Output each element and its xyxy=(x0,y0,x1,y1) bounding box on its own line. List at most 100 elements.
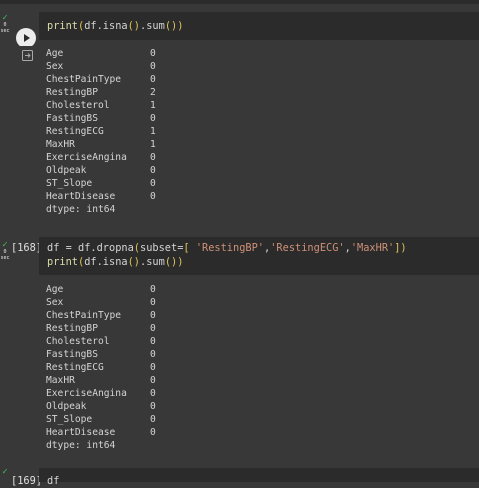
null-count: 0 xyxy=(150,152,156,163)
code-line[interactable]: df xyxy=(47,474,59,488)
code-line[interactable]: df = df.dropna(subset=[ 'RestingBP','Res… xyxy=(47,241,407,255)
null-count: 0 xyxy=(150,74,156,85)
check-icon: ✓ xyxy=(2,13,8,23)
output-row: Sex 0 xyxy=(46,296,156,309)
code-token: () xyxy=(127,256,141,268)
null-count: 0 xyxy=(150,362,156,373)
column-name: FastingBS xyxy=(46,113,98,124)
output-row: HeartDisease 0 xyxy=(46,190,156,203)
code-token: subset= xyxy=(140,242,184,254)
column-name: RestingBP xyxy=(46,87,98,98)
cell-3-status: ✓ xyxy=(0,467,10,477)
column-name: Cholesterol xyxy=(46,336,110,347)
null-count: 0 xyxy=(150,61,156,72)
output-row: Oldpeak 0 xyxy=(46,164,156,177)
column-name: RestingBP xyxy=(46,323,98,334)
column-name: HeartDisease xyxy=(46,427,116,438)
cell-2-editor[interactable]: df = df.dropna(subset=[ 'RestingBP','Res… xyxy=(39,237,479,275)
output-arrow-icon[interactable] xyxy=(22,50,33,61)
code-line[interactable]: print(df.isna().sum()) xyxy=(47,19,183,33)
run-cell-button[interactable] xyxy=(16,28,36,48)
cell-1-output: Age 0 Sex 0 ChestPainType 0 RestingBP 2 Choleste… xyxy=(10,46,479,224)
column-name: Age xyxy=(46,48,64,59)
null-count: 0 xyxy=(150,323,156,334)
code-token: 'RestingBP' xyxy=(195,242,265,254)
null-count: 0 xyxy=(150,349,156,360)
code-token: .sum xyxy=(140,256,165,268)
column-name: MaxHR xyxy=(46,375,75,386)
output-row: ChestPainType 0 xyxy=(46,309,156,322)
output-row: Cholesterol 0 xyxy=(46,335,156,348)
null-count: 0 xyxy=(150,414,156,425)
column-name: Oldpeak xyxy=(46,401,87,412)
null-count: 0 xyxy=(150,401,156,412)
dtype-line: dtype: int64 xyxy=(46,440,116,451)
column-name: FastingBS xyxy=(46,349,98,360)
output-row: ExerciseAngina 0 xyxy=(46,387,156,400)
column-name: HeartDisease xyxy=(46,191,116,202)
code-token: ()) xyxy=(164,20,184,32)
code-token: df.isna xyxy=(84,20,128,32)
output-row: MaxHR 1 xyxy=(46,138,156,151)
null-count: 0 xyxy=(150,297,156,308)
null-count: 1 xyxy=(150,139,156,150)
null-count: 0 xyxy=(150,48,156,59)
code-cell-2: [168] ✓ 0 sec df = df.dropna(subset=[ 'R… xyxy=(0,237,479,462)
cell-1-status: ✓ 0 sec xyxy=(0,13,10,35)
column-name: Sex xyxy=(46,61,64,72)
column-name: Cholesterol xyxy=(46,100,110,111)
column-name: ST_Slope xyxy=(46,414,93,425)
check-icon: ✓ xyxy=(2,240,8,250)
dtype-line: dtype: int64 xyxy=(46,204,116,215)
execution-count: [169] xyxy=(11,475,42,487)
column-name: ChestPainType xyxy=(46,74,122,85)
code-token: 'MaxHR' xyxy=(350,242,395,254)
code-token: df = df.dropna xyxy=(47,242,134,254)
code-token: 'RestingECG' xyxy=(270,242,345,254)
output-row: Age 0 xyxy=(46,47,156,60)
null-count: 0 xyxy=(150,178,156,189)
null-count: 0 xyxy=(150,284,156,295)
output-row: ChestPainType 0 xyxy=(46,73,156,86)
cell-2-output: Age 0 Sex 0 ChestPainType 0 RestingBP 0 Choleste… xyxy=(10,281,479,462)
null-count: 0 xyxy=(150,375,156,386)
code-token: () xyxy=(127,20,141,32)
column-name: ST_Slope xyxy=(46,178,93,189)
null-count: 0 xyxy=(150,165,156,176)
check-icon: ✓ xyxy=(2,467,8,477)
null-count: 0 xyxy=(150,191,156,202)
notebook-top-strip xyxy=(0,0,479,4)
output-row: FastingBS 0 xyxy=(46,348,156,361)
null-count: 0 xyxy=(150,113,156,124)
output-row: Oldpeak 0 xyxy=(46,400,156,413)
output-row: RestingBP 0 xyxy=(46,322,156,335)
column-name: MaxHR xyxy=(46,139,75,150)
code-token: .sum xyxy=(140,20,165,32)
output-row: Sex 0 xyxy=(46,60,156,73)
output-row: RestingECG 0 xyxy=(46,361,156,374)
null-count: 0 xyxy=(150,310,156,321)
cell-3-editor[interactable]: df xyxy=(39,468,479,487)
code-cell-1: ✓ 0 sec print(df.isna().sum()) Age 0 Sex 0 C… xyxy=(0,12,479,224)
cell-1-editor[interactable]: print(df.isna().sum()) xyxy=(39,12,479,40)
column-name: ExerciseAngina xyxy=(46,152,127,163)
code-token: ()) xyxy=(164,256,184,268)
code-line[interactable]: print(df.isna().sum()) xyxy=(47,255,183,269)
null-count: 0 xyxy=(150,336,156,347)
code-token: print xyxy=(47,256,78,268)
output-row: Age 0 xyxy=(46,283,156,296)
output-row: RestingBP 2 xyxy=(46,86,156,99)
output-row: MaxHR 0 xyxy=(46,374,156,387)
output-row: HeartDisease 0 xyxy=(46,426,156,439)
output-row: Cholesterol 1 xyxy=(46,99,156,112)
output-row: ST_Slope 0 xyxy=(46,177,156,190)
column-name: Sex xyxy=(46,297,64,308)
output-row: RestingECG 1 xyxy=(46,125,156,138)
column-name: RestingECG xyxy=(46,362,104,373)
code-token: ]) xyxy=(394,242,407,254)
code-token: df.isna xyxy=(84,256,128,268)
null-count: 1 xyxy=(150,100,156,111)
column-name: RestingECG xyxy=(46,126,104,137)
code-token: print xyxy=(47,20,78,32)
null-count: 2 xyxy=(150,87,156,98)
